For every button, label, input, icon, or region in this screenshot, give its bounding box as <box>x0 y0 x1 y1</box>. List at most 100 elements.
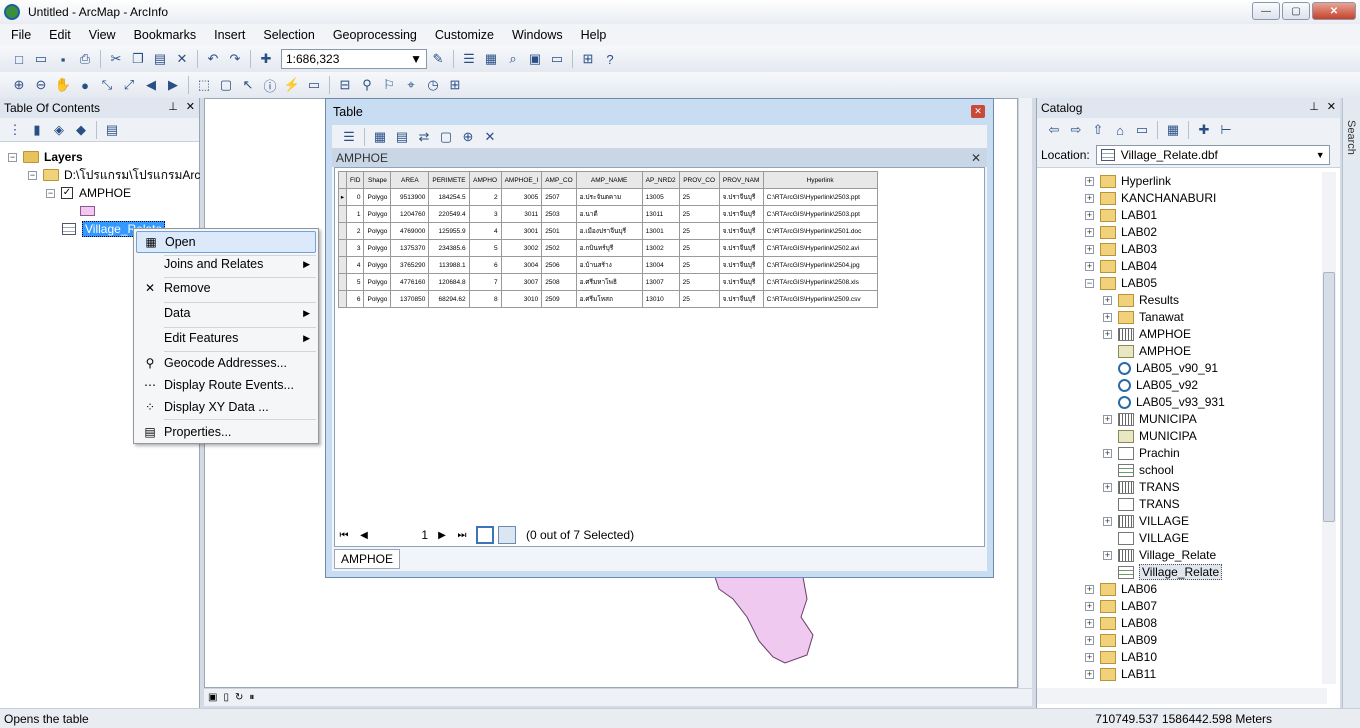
catalog-item[interactable]: + Tanawat <box>1103 308 1184 326</box>
catalog-item[interactable]: + LAB01 <box>1085 206 1157 224</box>
menu-item-data[interactable]: Data ▶ <box>136 302 316 324</box>
delete-icon[interactable]: ✕ <box>173 50 191 68</box>
column-header[interactable]: AP_NRD2 <box>641 171 680 189</box>
catalog-item[interactable]: + KANCHANABURI <box>1085 189 1216 207</box>
table-cell[interactable]: 25 <box>678 273 720 291</box>
table-cell[interactable]: Polygo <box>363 205 392 223</box>
map-vertical-scrollbar[interactable] <box>1018 98 1032 688</box>
scrollbar-thumb[interactable] <box>1323 272 1335 522</box>
catalog-item[interactable]: + TRANS <box>1103 478 1180 496</box>
fixed-zoom-in-icon[interactable]: ⤡ <box>98 76 116 94</box>
add-data-icon[interactable]: ✚ <box>257 50 275 68</box>
whats-this-help-icon[interactable]: ? <box>601 50 619 68</box>
table-options-icon[interactable]: ☰ <box>340 128 358 146</box>
menu-edit[interactable]: Edit <box>38 28 78 42</box>
table-cell[interactable]: 3 <box>468 205 502 223</box>
html-popup-icon[interactable]: ▭ <box>305 76 323 94</box>
table-cell[interactable]: 13001 <box>641 222 680 240</box>
catalog-item[interactable]: + Village_Relate <box>1103 546 1216 564</box>
table-cell[interactable]: อ.เมืองปราจีนบุรี <box>575 222 643 240</box>
table-cell[interactable]: 7 <box>468 273 502 291</box>
table-cell[interactable]: 4 <box>345 256 365 274</box>
table-cell[interactable]: C:\RTArcGIS\Hyperlink\2501.doc <box>762 222 878 240</box>
table-cell[interactable]: 13010 <box>641 290 680 308</box>
row-selector[interactable] <box>338 205 347 223</box>
table-cell[interactable]: 2501 <box>541 222 577 240</box>
toc-layers-row[interactable]: − Layers <box>8 148 83 166</box>
select-elements-icon[interactable]: ↖ <box>239 76 257 94</box>
table-cell[interactable]: 3011 <box>500 205 543 223</box>
layer-visibility-checkbox[interactable]: ✓ <box>61 187 73 199</box>
table-cell[interactable]: 3 <box>345 239 365 257</box>
polygon-symbol-swatch[interactable] <box>80 206 95 216</box>
viewer-window-icon[interactable]: ⊞ <box>446 76 464 94</box>
table-cell[interactable]: อ.ประจันตคาม <box>575 188 643 206</box>
table-cell[interactable]: 3005 <box>500 188 543 206</box>
catalog-item[interactable]: + LAB03 <box>1085 240 1157 258</box>
table-row[interactable]: 3 Polygo 1375370 234385.6 5 3002 2502 อ.กบินทร์… <box>338 239 878 257</box>
show-all-records-button[interactable] <box>476 526 494 544</box>
last-record-icon[interactable]: ⏭ <box>452 530 472 541</box>
table-cell[interactable]: อ.ศรีมโหสถ <box>575 290 643 308</box>
table-cell[interactable]: 120684.8 <box>428 273 470 291</box>
expand-icon[interactable]: + <box>1085 584 1094 594</box>
close-icon[interactable]: ✕ <box>1327 100 1336 113</box>
clear-selection-icon[interactable]: ▢ <box>437 128 455 146</box>
menu-insert[interactable]: Insert <box>203 28 252 42</box>
catalog-vertical-scrollbar[interactable] <box>1322 172 1336 684</box>
collapse-icon[interactable]: − <box>28 170 37 180</box>
table-cell[interactable]: 3001 <box>500 222 543 240</box>
pan-hand-icon[interactable]: ✋ <box>54 76 72 94</box>
expand-icon[interactable]: + <box>1103 550 1112 560</box>
time-slider-icon[interactable]: ◷ <box>424 76 442 94</box>
cut-icon[interactable]: ✂ <box>107 50 125 68</box>
menu-selection[interactable]: Selection <box>252 28 321 42</box>
print-icon[interactable]: ⎙ <box>76 50 94 68</box>
menu-view[interactable]: View <box>78 28 123 42</box>
search-window-icon[interactable]: ⌕ <box>504 50 522 68</box>
catalog-item[interactable]: + AMPHOE <box>1103 325 1191 343</box>
table-cell[interactable]: 3765290 <box>390 256 430 274</box>
toc-amphoe-row[interactable]: − ✓ AMPHOE <box>46 184 131 202</box>
row-selector[interactable]: ▸ <box>338 188 347 206</box>
column-header[interactable]: AMP_CO <box>541 171 577 189</box>
expand-icon[interactable]: + <box>1103 516 1112 526</box>
column-header[interactable]: PROV_NAM <box>718 171 764 189</box>
table-cell[interactable]: อ.นาดี <box>575 205 643 223</box>
amphoe-polygon[interactable] <box>715 577 815 667</box>
table-cell[interactable]: อ.บ้านสร้าง <box>575 256 643 274</box>
layout-view-icon[interactable]: ▯ <box>223 692 229 703</box>
column-header[interactable]: PROV_CO <box>678 171 720 189</box>
table-cell[interactable]: 2506 <box>541 256 577 274</box>
catalog-item[interactable]: + LAB04 <box>1085 257 1157 275</box>
expand-icon[interactable]: + <box>1085 176 1094 186</box>
table-cell[interactable]: 2503 <box>541 205 577 223</box>
column-header[interactable]: Hyperlink <box>762 171 878 189</box>
delete-selected-icon[interactable]: ✕ <box>481 128 499 146</box>
zoom-in-icon[interactable]: ⊕ <box>10 76 28 94</box>
home-icon[interactable]: ⌂ <box>1111 121 1129 139</box>
zoom-out-icon[interactable]: ⊖ <box>32 76 50 94</box>
column-header[interactable]: AMP_NAME <box>575 171 643 189</box>
undo-icon[interactable]: ↶ <box>204 50 222 68</box>
list-by-visibility-icon[interactable]: ◈ <box>50 121 68 139</box>
table-cell[interactable]: 25 <box>678 239 720 257</box>
save-icon[interactable]: ▪ <box>54 50 72 68</box>
editor-toolbar-icon[interactable]: ✎ <box>429 50 447 68</box>
switch-selection-icon[interactable]: ⇄ <box>415 128 433 146</box>
table-cell[interactable]: 2502 <box>541 239 577 257</box>
table-cell[interactable]: จ.ปราจีนบุรี <box>718 239 764 257</box>
collapse-icon[interactable]: − <box>8 152 17 162</box>
expand-icon[interactable]: + <box>1085 193 1094 203</box>
search-side-tab[interactable]: Search <box>1342 98 1360 708</box>
column-header[interactable]: AMPHOE_I <box>500 171 543 189</box>
new-item-icon[interactable]: ✚ <box>1195 121 1213 139</box>
back-arrow-icon[interactable]: ⇦ <box>1045 121 1063 139</box>
table-cell[interactable]: Polygo <box>363 273 392 291</box>
table-cell[interactable]: 13005 <box>641 188 680 206</box>
expand-icon[interactable]: + <box>1103 482 1112 492</box>
find-binoculars-icon[interactable]: ⚲ <box>358 76 376 94</box>
open-folder-icon[interactable]: ▭ <box>32 50 50 68</box>
menu-item-geocode[interactable]: ⚲ Geocode Addresses... <box>136 352 316 374</box>
table-row[interactable]: 2 Polygo 4769000 125955.9 4 3001 2501 อ.เมืองปร… <box>338 222 878 240</box>
